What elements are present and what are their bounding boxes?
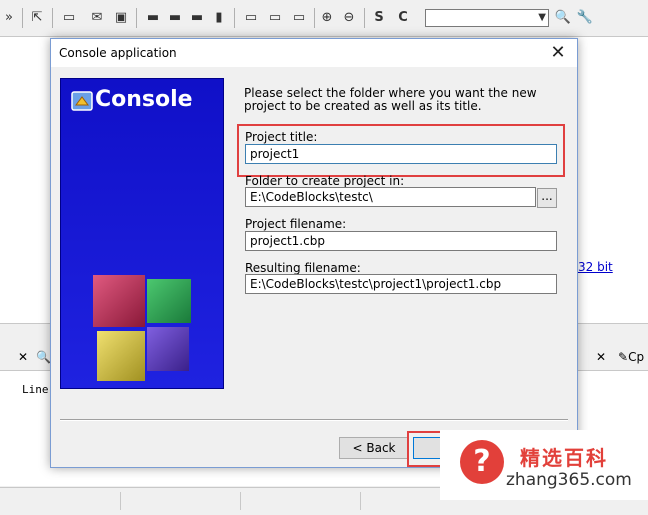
toolbar-separator [314, 8, 315, 28]
s-icon[interactable]: S [370, 9, 388, 27]
watermark-domain: zhang365.com [506, 470, 632, 490]
chevron-down-icon: ▼ [538, 12, 546, 23]
folder-input[interactable]: E:\CodeBlocks\testc\ [245, 187, 536, 207]
project-filename-input[interactable]: project1.cbp [245, 231, 557, 251]
dialog-title: Console application [59, 46, 177, 60]
envelope-icon[interactable]: ✉ [88, 9, 106, 27]
block-icon[interactable]: ▬ [188, 9, 206, 27]
toolbar-combobox[interactable]: ▼ [425, 9, 549, 27]
close-icon[interactable]: ✕ [596, 350, 606, 364]
frame-icon[interactable]: ▭ [266, 9, 284, 27]
status-divider [240, 492, 241, 510]
codeblocks-cubes-logo-icon [93, 275, 191, 381]
folder-label: Folder to create project in: [245, 174, 405, 188]
close-icon[interactable]: ✕ [18, 350, 28, 364]
tab-right-label: Cp [628, 350, 645, 364]
block-icon[interactable]: ▮ [210, 9, 228, 27]
dialog-titlebar[interactable]: Console application ✕ [51, 39, 577, 67]
toolbar-separator [234, 8, 235, 28]
frame-icon[interactable]: ▭ [290, 9, 308, 27]
toolbar-separator [136, 8, 137, 28]
log-text: Line [22, 383, 49, 396]
console-logo-icon [71, 91, 93, 111]
resulting-filename-field: E:\CodeBlocks\testc\project1\project1.cb… [245, 274, 557, 294]
project-title-input[interactable] [245, 144, 557, 164]
project-title-label: Project title: [245, 130, 318, 144]
status-divider [120, 492, 121, 510]
back-button[interactable]: < Back [339, 437, 409, 459]
search-icon[interactable]: 🔍 [36, 350, 51, 364]
search-icon[interactable]: 🔍 [554, 9, 572, 27]
zoom-in-icon[interactable]: ⊕ [318, 9, 336, 27]
zoom-out-icon[interactable]: ⊖ [340, 9, 358, 27]
toolbar-separator [364, 8, 365, 28]
link-32-bit[interactable]: 32 bit [578, 260, 613, 274]
block-icon[interactable]: ▬ [144, 9, 162, 27]
browse-folder-button[interactable]: ... [537, 188, 557, 208]
toolbar-separator [22, 8, 23, 28]
resulting-filename-label: Resulting filename: [245, 261, 361, 275]
frame-icon[interactable]: ▭ [242, 9, 260, 27]
intro-text: Please select the folder where you want … [244, 86, 537, 113]
tab-right[interactable]: ✎Cp [618, 350, 644, 364]
rectangle-icon[interactable]: ▭ [60, 9, 78, 27]
close-icon[interactable]: ✕ [547, 42, 569, 63]
wizard-banner: Console [60, 78, 224, 389]
watermark-title: 精选百科 [520, 446, 608, 470]
toolbar-separator [52, 8, 53, 28]
dialog-separator [60, 419, 568, 421]
c-icon[interactable]: C [394, 9, 412, 27]
block-icon[interactable]: ▬ [166, 9, 184, 27]
banner-title: Console [95, 87, 193, 112]
console-application-dialog: Console application ✕ Console Please sel… [50, 38, 578, 468]
image-icon[interactable]: ▣ [112, 9, 130, 27]
main-toolbar: » ⇱ ▭ ✉ ▣ ▬ ▬ ▬ ▮ ▭ ▭ ▭ ⊕ ⊖ S C ▼ 🔍 🔧 [0, 0, 648, 37]
question-badge-icon: ? [460, 440, 504, 484]
pointer-icon[interactable]: ⇱ [28, 9, 46, 27]
watermark: ? 精选百科 zhang365.com [440, 430, 648, 500]
status-divider [360, 492, 361, 510]
project-filename-label: Project filename: [245, 217, 347, 231]
wrench-icon[interactable]: 🔧 [576, 9, 594, 27]
toolbar-arrow-icon[interactable]: » [0, 9, 18, 27]
